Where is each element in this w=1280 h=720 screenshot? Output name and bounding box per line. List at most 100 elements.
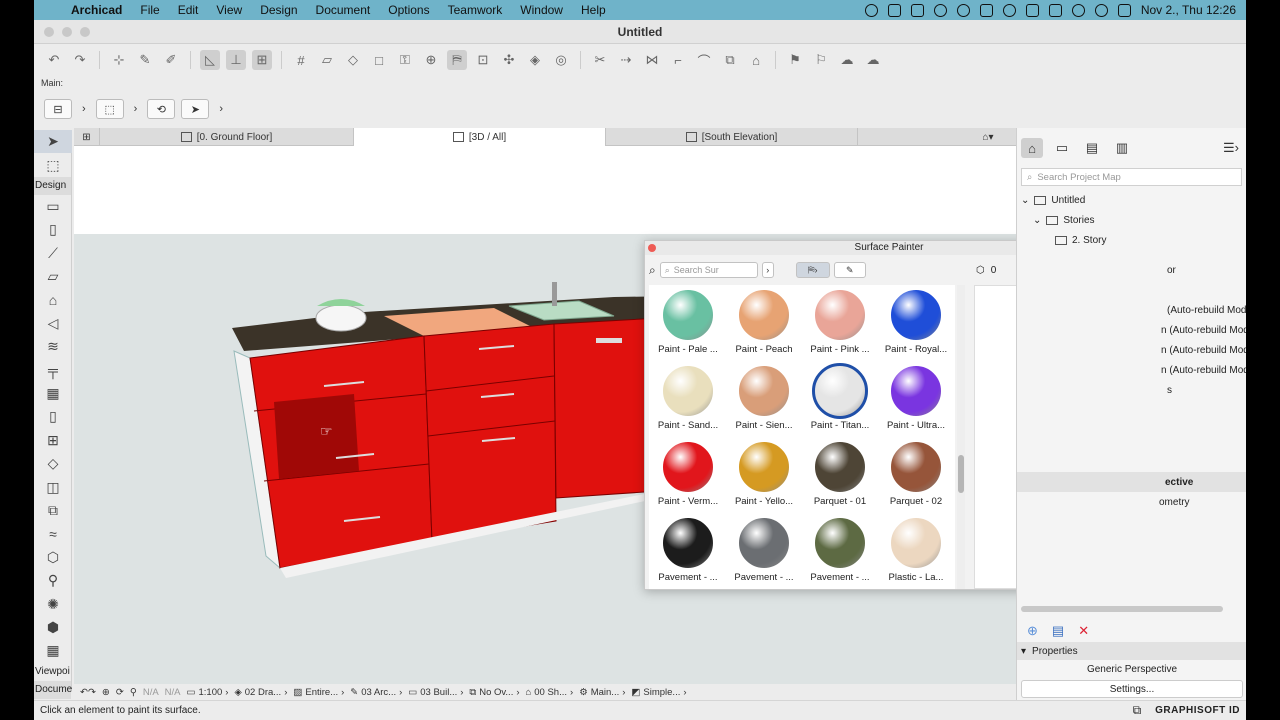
surface-swatch[interactable]: Pavement - ... [803,513,877,587]
document-header[interactable]: Docume [34,680,72,699]
tree-item-partial[interactable]: ometry [1017,492,1246,512]
surface-swatch[interactable]: Paint - Yello... [727,437,801,511]
tab-south-elevation[interactable]: [South Elevation] [606,128,858,146]
horizontal-scrollbar[interactable] [1021,606,1223,612]
surface-search-input[interactable]: ⌕ Search Sur [659,262,758,278]
dimension-icon[interactable]: ⊡ [473,50,493,70]
surface-swatch[interactable]: Paint - Ultra... [879,361,953,435]
project-map-icon[interactable]: ⌂ [1021,138,1043,158]
marquee-method-icon[interactable]: ⬚ [95,99,124,119]
window-tool-icon[interactable]: ⊞ [34,429,72,452]
grid-snap-icon[interactable]: # [291,50,311,70]
explore-icon[interactable]: ⚲ [130,687,137,698]
zoom-in-icon[interactable]: ⊕ [102,687,110,698]
menu-edit[interactable]: Edit [169,3,208,17]
eyedropper-button[interactable]: ✎ [833,262,866,278]
swatch-scrollbar[interactable] [957,285,965,589]
surface-swatch[interactable]: Paint - Sand... [651,361,725,435]
wall-tool-icon[interactable]: ▭ [34,195,72,218]
tab-overview-icon[interactable]: ⊞ [74,128,100,146]
menu-view[interactable]: View [207,3,251,17]
orbit-icon[interactable]: ⟳ [116,687,124,698]
settings-icon[interactable]: ▤ [1052,623,1064,639]
stair-tool-icon[interactable]: ≋ [34,335,72,358]
shell-tool-icon[interactable]: ◁ [34,312,72,335]
snap-guides-icon[interactable]: ⊥ [226,50,246,70]
figure-tool-icon[interactable]: ⚲ [34,569,72,592]
roof-tool-icon[interactable]: ⌂ [34,288,72,311]
layer-combination-selector[interactable]: ◈ 02 Dra... › [234,687,287,698]
close-window-button[interactable] [44,27,54,37]
tab-3d-all[interactable]: [3D / All] [354,128,606,146]
creative-cloud-icon[interactable] [933,3,947,17]
gravity-icon[interactable]: ⊞ [252,50,272,70]
tree-item-stories[interactable]: ⌄ Stories [1017,210,1246,230]
glasses-icon[interactable] [887,3,901,17]
surface-swatch[interactable]: Paint - Pink ... [803,285,877,359]
surface-painter-icon[interactable]: ⛿ [447,50,467,70]
tab-menu-icon[interactable]: ⌂▾ [968,128,1008,146]
lamp-tool-icon[interactable]: ✺ [34,592,72,615]
railing-tool-icon[interactable]: ╤ [34,359,72,382]
arrow-cursor-icon[interactable]: ➤ [181,99,210,119]
renovation-icon[interactable]: ◎ [551,50,571,70]
column-tool-icon[interactable]: ▯ [34,218,72,241]
tree-item-selected[interactable]: ective [1017,472,1246,492]
surface-swatch[interactable]: Paint - Pale ... [651,285,725,359]
tab-ground-floor[interactable]: [0. Ground Floor] [100,128,354,146]
menu-file[interactable]: File [131,3,168,17]
zoom-window-button[interactable] [80,27,90,37]
app-menu[interactable]: Archicad [62,3,131,17]
viewbar-item[interactable]: N/A [143,687,159,698]
marquee-icon[interactable]: □ [369,50,389,70]
redo-icon[interactable]: ↷ [70,50,90,70]
menu-teamwork[interactable]: Teamwork [439,3,512,17]
partial-structure-selector[interactable]: ⌂ 00 Sh... › [526,687,574,698]
skylight-tool-icon[interactable]: ◇ [34,452,72,475]
menu-document[interactable]: Document [307,3,380,17]
menu-options[interactable]: Options [379,3,438,17]
chevron-right-icon[interactable]: › [761,262,774,278]
graphic-override-selector[interactable]: ⧉ No Ov... › [469,687,519,698]
layer-icon[interactable]: ◇ [343,50,363,70]
intersect-icon[interactable]: ⋈ [642,50,662,70]
design-header[interactable]: Design [34,176,71,195]
window-icon[interactable]: ⧉ [1133,703,1142,718]
wall-end-tool-icon[interactable]: ◫ [34,475,72,498]
home-icon[interactable]: ⌂ [746,50,766,70]
project-map-search[interactable]: ⌕ Search Project Map [1021,168,1242,186]
rotate-icon[interactable]: ⟲ [147,99,176,119]
door-tool-icon[interactable]: ▯ [34,405,72,428]
chevron-right-icon[interactable]: › [215,99,227,119]
surface-swatch[interactable]: Plastic - La... [879,513,953,587]
minimize-window-button[interactable] [62,27,72,37]
grid-tool-icon[interactable]: ▦ [34,639,72,662]
mesh-tool-icon[interactable]: ≈ [34,522,72,545]
view-map-icon[interactable]: ▭ [1051,138,1073,158]
viewpoint-header[interactable]: Viewpoi [34,663,71,681]
vpn-icon[interactable] [979,3,993,17]
issue-icon[interactable]: ⚐ [811,50,831,70]
viewbar-item[interactable]: N/A [165,687,181,698]
split-icon[interactable]: ✂ [590,50,610,70]
undo-zoom-icon[interactable]: ↶↷ [80,687,96,698]
faucet[interactable] [552,282,557,306]
bowl[interactable] [315,304,367,332]
navigator-menu-icon[interactable]: ☰› [1220,138,1242,158]
3d-style-selector[interactable]: ◩ Simple... › [631,687,686,698]
group-icon[interactable]: ⊕ [421,50,441,70]
publisher-icon[interactable]: ▥ [1111,138,1133,158]
tree-item-untitled[interactable]: ⌄ Untitled [1017,190,1246,210]
adjust-icon[interactable]: ⇢ [616,50,636,70]
chevron-down-icon[interactable]: ⌄ [1021,195,1029,206]
model-view-selector[interactable]: ▨ Entire... › [293,687,344,698]
tree-item-story-2[interactable]: 2. Story [1017,230,1246,250]
shield-icon[interactable] [910,3,924,17]
offset-icon[interactable]: ⌐ [668,50,688,70]
menu-design[interactable]: Design [251,3,306,17]
menu-help[interactable]: Help [572,3,615,17]
surface-swatch[interactable]: Paint - Peach [727,285,801,359]
eyedropper-icon[interactable]: ✎ [135,50,155,70]
guide-lines-icon[interactable]: ◺ [200,50,220,70]
flag-icon[interactable]: ⚑ [785,50,805,70]
